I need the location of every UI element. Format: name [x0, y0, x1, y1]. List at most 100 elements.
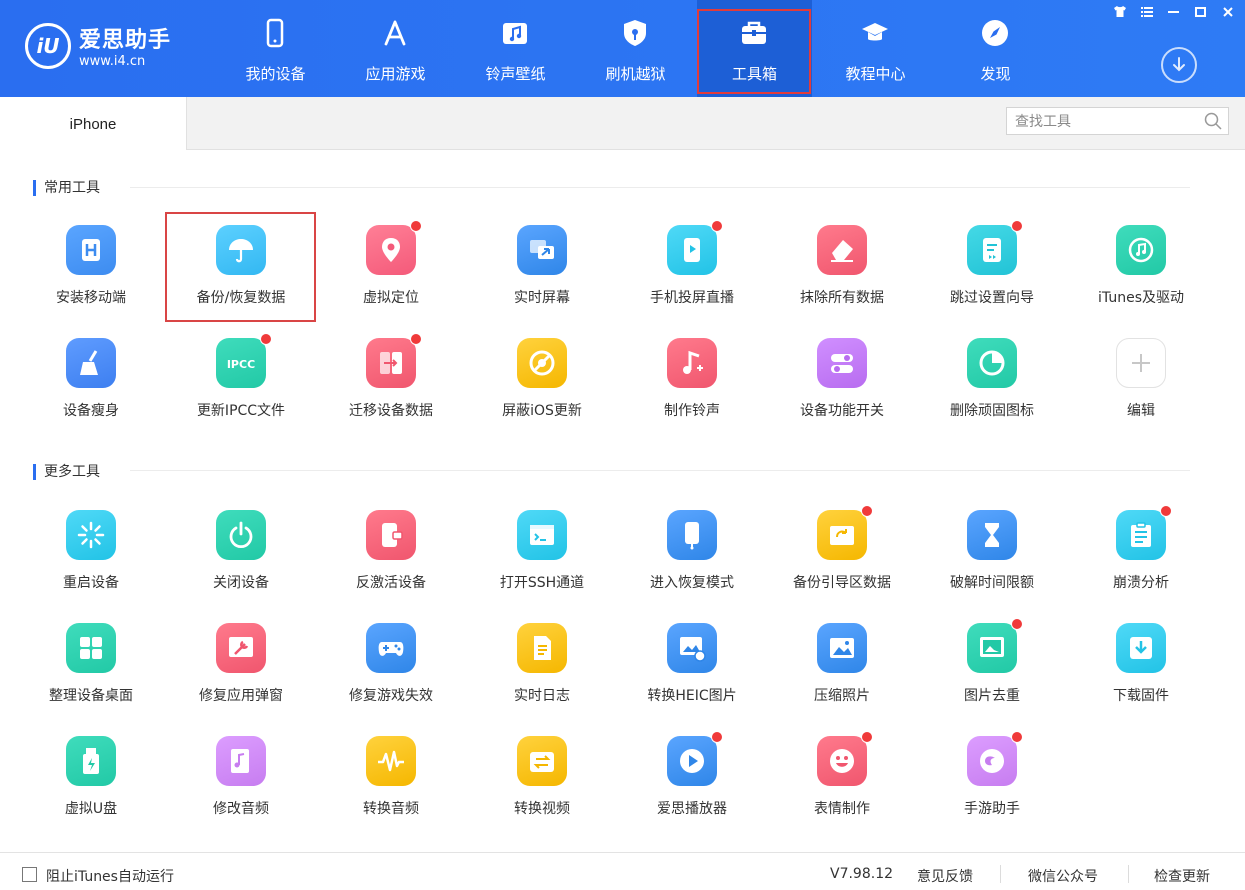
tool-edit-audio[interactable]: 修改音频	[166, 736, 316, 836]
app-url: www.i4.cn	[79, 54, 146, 69]
pie-icon	[967, 338, 1017, 388]
tool-broom[interactable]: 设备瘦身	[16, 338, 166, 438]
tool-label: 虚拟U盘	[64, 801, 118, 817]
migrate-icon	[366, 338, 416, 388]
tool-power[interactable]: 关闭设备	[166, 510, 316, 610]
tool-restart[interactable]: 重启设备	[16, 510, 166, 610]
tool-search[interactable]	[1006, 107, 1229, 135]
tool-terminal[interactable]: 打开SSH通道	[467, 510, 617, 610]
tool-grid[interactable]: 整理设备桌面	[16, 623, 166, 723]
nav-label: 工具箱	[731, 65, 777, 83]
new-badge-dot	[410, 220, 422, 232]
tool-game-assistant[interactable]: 手游助手	[917, 731, 1067, 836]
tool-download-firmware[interactable]: 下载固件	[1066, 623, 1216, 723]
deactivate-icon	[366, 510, 416, 560]
nav-apps-games[interactable]: 应用游戏	[338, 0, 453, 97]
new-badge-dot	[1011, 731, 1023, 743]
tool-label: 修复应用弹窗	[199, 688, 283, 704]
tool-ipcc[interactable]: IPCC 更新IPCC文件	[166, 333, 316, 438]
nav-label: 我的设备	[245, 65, 306, 83]
minimize-icon[interactable]	[1165, 6, 1183, 21]
photo-icon	[817, 623, 867, 673]
tool-phone-cast[interactable]: 手机投屏直播	[617, 220, 767, 325]
tool-install[interactable]: 安装移动端	[16, 225, 166, 325]
tool-hourglass[interactable]: 破解时间限额	[917, 510, 1067, 610]
app-logo: iU 爱思助手 www.i4.cn	[25, 18, 185, 74]
tool-pie[interactable]: 删除顽固图标	[917, 338, 1067, 438]
install-icon	[66, 225, 116, 275]
tool-backup-boot[interactable]: 备份引导区数据	[767, 505, 917, 610]
tool-label: 删除顽固图标	[950, 403, 1034, 419]
shield-icon	[624, 20, 646, 46]
tool-label: 编辑	[1127, 403, 1155, 419]
music-note-icon	[667, 338, 717, 388]
waveform-icon	[366, 736, 416, 786]
tool-music-note[interactable]: 制作铃声	[617, 338, 767, 438]
tool-wrench[interactable]: 修复应用弹窗	[166, 623, 316, 723]
tool-label: 进入恢复模式	[650, 575, 734, 591]
tool-label: 图片去重	[964, 688, 1020, 704]
close-icon[interactable]	[1219, 6, 1237, 21]
tool-screen-mirror[interactable]: 实时屏幕	[467, 225, 617, 325]
tool-umbrella[interactable]: 备份/恢复数据	[166, 225, 316, 325]
new-badge-dot	[1011, 618, 1023, 630]
tool-play[interactable]: 爱思播放器	[617, 731, 767, 836]
tool-itunes[interactable]: iTunes及驱动	[1066, 225, 1216, 325]
graduation-cap-icon	[862, 23, 888, 41]
nav-label: 教程中心	[845, 65, 906, 83]
game-assistant-icon	[967, 736, 1017, 786]
tool-plus[interactable]: 编辑	[1066, 338, 1216, 438]
plus-icon	[1116, 338, 1166, 388]
feedback-link[interactable]: 意见反馈	[917, 866, 973, 886]
nav-ringtones[interactable]: 铃声壁纸	[458, 0, 573, 97]
tool-deactivate[interactable]: 反激活设备	[316, 510, 466, 610]
tool-toggle[interactable]: 设备功能开关	[767, 338, 917, 438]
search-icon[interactable]	[1204, 112, 1222, 130]
tool-label: 转换视频	[514, 801, 570, 817]
tool-block-update[interactable]: 屏蔽iOS更新	[467, 338, 617, 438]
tool-label: 备份引导区数据	[793, 575, 891, 591]
tool-label: 关闭设备	[213, 575, 269, 591]
tool-label: 设备功能开关	[800, 403, 884, 419]
new-badge-dot	[410, 333, 422, 345]
tool-waveform[interactable]: 转换音频	[316, 736, 466, 836]
power-icon	[216, 510, 266, 560]
nav-my-device[interactable]: 我的设备	[218, 0, 333, 97]
block-itunes-label[interactable]: 阻止iTunes自动运行	[46, 866, 174, 886]
status-bar: 阻止iTunes自动运行 V7.98.12 意见反馈 微信公众号 检查更新	[0, 852, 1245, 890]
new-badge-dot	[861, 731, 873, 743]
tool-convert-image[interactable]: 转换HEIC图片	[617, 623, 767, 723]
tool-video-convert[interactable]: 转换视频	[467, 736, 617, 836]
tool-location-pin[interactable]: 虚拟定位	[316, 220, 466, 325]
compass-icon	[982, 20, 1008, 46]
video-convert-icon	[517, 736, 567, 786]
search-input[interactable]	[1013, 111, 1197, 133]
nav-toolbox[interactable]: 工具箱	[697, 0, 812, 97]
tab-iphone[interactable]: iPhone	[0, 97, 187, 150]
shirt-icon[interactable]	[1111, 6, 1129, 21]
nav-flash-jailbreak[interactable]: 刷机越狱	[578, 0, 693, 97]
footer-divider	[1128, 865, 1129, 883]
nav-discover[interactable]: 发现	[938, 0, 1053, 97]
tool-dedupe-photo[interactable]: 图片去重	[917, 618, 1067, 723]
block-itunes-checkbox[interactable]	[22, 867, 37, 882]
menu-icon[interactable]	[1138, 6, 1156, 21]
tool-usb-drive[interactable]: 虚拟U盘	[16, 736, 166, 836]
nav-tutorials[interactable]: 教程中心	[818, 0, 933, 97]
tool-clipboard[interactable]: 崩溃分析	[1066, 505, 1216, 610]
new-badge-dot	[861, 505, 873, 517]
tool-smiley[interactable]: 表情制作	[767, 731, 917, 836]
nav-label: 刷机越狱	[605, 65, 666, 83]
tool-recovery-mode[interactable]: 进入恢复模式	[617, 510, 767, 610]
tool-eraser[interactable]: 抹除所有数据	[767, 225, 917, 325]
tool-skip-setup[interactable]: 跳过设置向导	[917, 220, 1067, 325]
wechat-link[interactable]: 微信公众号	[1028, 866, 1098, 886]
maximize-icon[interactable]	[1192, 6, 1210, 21]
tool-photo[interactable]: 压缩照片	[767, 623, 917, 723]
download-manager-button[interactable]	[1161, 47, 1197, 83]
check-update-link[interactable]: 检查更新	[1154, 866, 1210, 886]
tool-document[interactable]: 实时日志	[467, 623, 617, 723]
tool-migrate[interactable]: 迁移设备数据	[316, 333, 466, 438]
section-divider	[130, 470, 1190, 471]
tool-gamepad[interactable]: 修复游戏失效	[316, 623, 466, 723]
